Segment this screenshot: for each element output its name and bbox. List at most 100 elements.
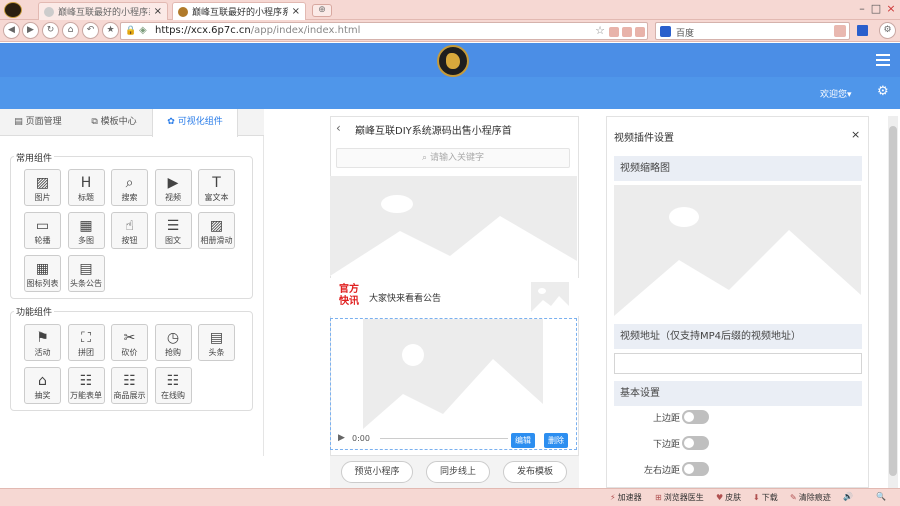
heading-icon: H: [80, 175, 92, 191]
minimize-icon[interactable]: –: [855, 2, 869, 16]
gear-icon[interactable]: ⚙: [877, 84, 889, 99]
component-tile-label: 轮播: [34, 236, 51, 245]
close-icon[interactable]: ×: [851, 128, 860, 141]
browser-search-box[interactable]: 百度: [655, 22, 850, 40]
maximize-icon[interactable]: □: [869, 2, 883, 16]
group-buy-icon: ⛶: [81, 330, 91, 346]
browser-logo-icon[interactable]: [4, 2, 22, 18]
notice-thumb-placeholder: [531, 282, 569, 312]
edit-button[interactable]: 编辑: [511, 433, 535, 448]
tab-template-center[interactable]: ⧉ 模板中心: [76, 109, 152, 136]
refresh-icon[interactable]: ↻: [42, 22, 59, 39]
doctor-icon: ⊞: [655, 493, 662, 502]
component-tile[interactable]: ☰ 图文: [154, 212, 192, 249]
component-tile[interactable]: ▭ 轮播: [24, 212, 61, 249]
preview-miniprogram-button[interactable]: 预览小程序: [341, 461, 413, 483]
page-icon: ▤: [14, 117, 26, 127]
tab-visual-components[interactable]: ✿ 可视化组件: [152, 109, 238, 137]
search-icon: ⌕: [125, 175, 134, 191]
bottom-margin-toggle[interactable]: [682, 436, 709, 450]
image-placeholder-icon: [614, 207, 861, 316]
component-tile-label: 在线购: [161, 391, 185, 400]
switch-label: 左右边距: [643, 466, 680, 476]
video-icon: ▶: [167, 175, 179, 191]
browser-doctor-item[interactable]: ⊞ 浏览器医生: [655, 492, 704, 503]
apps-grid-icon[interactable]: [857, 25, 868, 36]
news-icon: ▤: [209, 330, 224, 346]
undo-icon[interactable]: ↶: [82, 22, 99, 39]
component-tile[interactable]: ☷ 在线购: [154, 367, 192, 404]
back-icon[interactable]: ◀: [3, 22, 20, 39]
component-tile[interactable]: ☝ 按钮: [111, 212, 148, 249]
home-icon[interactable]: ⌂: [62, 22, 79, 39]
close-window-icon[interactable]: ×: [884, 2, 898, 16]
component-tile[interactable]: ▶ 视频: [154, 169, 192, 206]
shield-icon: ◈: [139, 25, 147, 36]
zoom-icon[interactable]: 🔍: [876, 492, 886, 501]
video-thumb-placeholder: [363, 319, 543, 429]
welcome-user-dropdown[interactable]: 欢迎您▾: [820, 87, 852, 100]
addr-action-icon[interactable]: [635, 27, 645, 37]
component-tile[interactable]: ▦ 多图: [67, 212, 105, 249]
component-tile[interactable]: ▦ 图标列表: [24, 255, 61, 292]
settings-icon[interactable]: ⚙: [879, 22, 896, 39]
brand-logo: [437, 45, 469, 77]
accelerator-item[interactable]: ⚡ 加速器: [610, 492, 642, 503]
new-tab-button[interactable]: ⊕: [312, 4, 332, 17]
component-tile[interactable]: ▨ 图片: [24, 169, 61, 206]
back-arrow-icon[interactable]: ‹: [336, 121, 341, 135]
video-url-input[interactable]: [614, 353, 862, 374]
broom-icon: ✎: [790, 493, 797, 502]
download-item[interactable]: ⬇ 下载: [753, 492, 778, 503]
forward-icon[interactable]: ▶: [22, 22, 39, 39]
phone-search-input[interactable]: ⌕ 请输入关键字: [336, 148, 570, 168]
component-tile[interactable]: ⛶ 拼团: [67, 324, 105, 361]
tab-page-manage[interactable]: ▤ 页面管理: [0, 109, 76, 136]
search-go-icon[interactable]: [834, 25, 846, 37]
component-tile[interactable]: ☷ 万能表单: [67, 367, 105, 404]
play-icon[interactable]: ▶: [338, 433, 345, 443]
skin-item[interactable]: ♥ 皮肤: [716, 492, 741, 503]
component-tile[interactable]: ▨ 相册滑动: [198, 212, 235, 249]
addr-action-icon[interactable]: [609, 27, 619, 37]
clear-traces-item[interactable]: ✎ 清除痕迹: [790, 492, 831, 503]
video-thumb-upload[interactable]: [614, 185, 861, 316]
component-tile[interactable]: ▤ 头条: [198, 324, 235, 361]
component-tile[interactable]: ⚑ 活动: [24, 324, 61, 361]
component-tile-label: 图文: [165, 236, 181, 245]
tab-close-icon[interactable]: ×: [292, 6, 300, 17]
component-tile[interactable]: ▤ 头条公告: [67, 255, 105, 292]
tab-close-icon[interactable]: ×: [154, 6, 162, 17]
carousel-image-placeholder[interactable]: [330, 176, 577, 276]
image-placeholder-icon: [363, 344, 543, 429]
component-tile[interactable]: ☷ 商品展示: [111, 367, 148, 404]
page-scrollbar[interactable]: [888, 116, 898, 488]
addr-action-icon[interactable]: [622, 27, 632, 37]
bargain-icon: ✂: [123, 330, 136, 346]
video-progress-track[interactable]: [380, 438, 508, 439]
browser-tab-active[interactable]: 巅峰互联最好的小程序系统 ×: [172, 2, 306, 20]
menu-icon[interactable]: [876, 54, 890, 66]
volume-icon[interactable]: 🔊: [843, 492, 853, 501]
favorite-icon[interactable]: ★: [102, 22, 119, 39]
component-tile-label: 头条: [208, 348, 225, 357]
component-tile[interactable]: ⌂ 抽奖: [24, 367, 61, 404]
component-tile[interactable]: ⌕ 搜索: [111, 169, 148, 206]
scrollbar-thumb[interactable]: [889, 126, 897, 476]
bookmark-star-icon[interactable]: ☆: [595, 24, 605, 37]
baidu-icon: [660, 26, 671, 37]
component-tile[interactable]: ◷ 抢购: [154, 324, 192, 361]
video-time: 0:00: [352, 434, 370, 443]
notice-text: 大家快来看看公告: [369, 294, 442, 304]
top-margin-toggle[interactable]: [682, 410, 709, 424]
component-tile[interactable]: H 标题: [67, 169, 105, 206]
address-bar[interactable]: 🔒 ◈ https://xcx.6p7c.cn/app/index/index.…: [120, 22, 648, 40]
video-url-section: 视频地址（仅支持MP4后缀的视频地址）: [614, 324, 862, 349]
component-tile[interactable]: ✂ 砍价: [111, 324, 148, 361]
publish-template-button[interactable]: 发布模板: [503, 461, 567, 483]
delete-button[interactable]: 删除: [544, 433, 568, 448]
component-tile[interactable]: T 富文本: [198, 169, 235, 206]
browser-tab[interactable]: 巅峰互联最好的小程序系统 ×: [38, 2, 168, 20]
side-margin-toggle[interactable]: [682, 462, 709, 476]
sync-online-button[interactable]: 同步线上: [426, 461, 490, 483]
